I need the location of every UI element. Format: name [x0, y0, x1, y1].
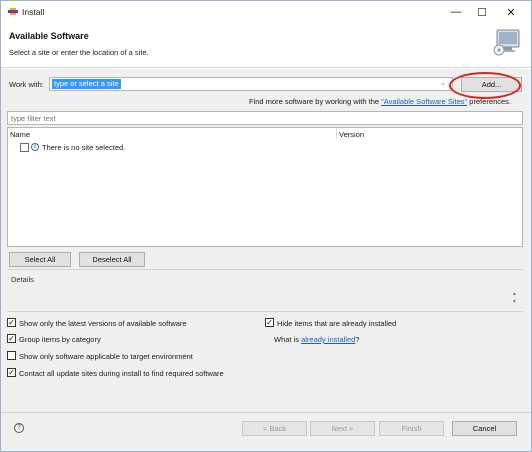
work-with-label: Work with: [9, 80, 44, 89]
page-title: Available Software [9, 31, 89, 41]
tree-item-message: There is no site selected. [42, 143, 126, 152]
column-header-version[interactable]: Version [339, 130, 364, 139]
latest-versions-checkbox[interactable]: ✓ [7, 318, 16, 327]
cancel-button[interactable]: Cancel [452, 421, 517, 436]
deselect-all-button[interactable]: Deselect All [79, 252, 145, 267]
select-all-button[interactable]: Select All [9, 252, 71, 267]
available-sites-link[interactable]: "Available Software Sites" [381, 97, 467, 106]
maximize-button[interactable]: ☐ [467, 1, 497, 23]
scroll-down-icon[interactable]: ▼ [512, 299, 517, 305]
column-separator[interactable] [336, 128, 337, 139]
divider [7, 269, 523, 270]
contact-sites-label: Contact all update sites during install … [19, 369, 224, 378]
what-is-installed-text: What is already installed? [274, 335, 360, 344]
add-site-button[interactable]: Add... [461, 77, 522, 92]
already-installed-link[interactable]: already installed [301, 335, 355, 344]
details-label: Details [11, 275, 34, 284]
finish-button[interactable]: Finish [379, 421, 444, 436]
hide-installed-checkbox[interactable]: ✓ [265, 318, 274, 327]
scroll-up-icon[interactable]: ▲ [512, 291, 517, 297]
page-subtitle: Select a site or enter the location of a… [9, 48, 149, 57]
contact-sites-checkbox[interactable]: ✓ [7, 368, 16, 377]
next-button[interactable]: Next > [310, 421, 375, 436]
install-wizard-icon [493, 29, 520, 56]
divider [7, 311, 523, 312]
group-by-category-label: Group items by category [19, 335, 101, 344]
latest-versions-label: Show only the latest versions of availab… [19, 319, 187, 328]
find-more-text: Find more software by working with the "… [249, 97, 511, 106]
help-icon[interactable]: ? [14, 423, 24, 433]
hide-installed-label: Hide items that are already installed [277, 319, 397, 328]
target-environment-label: Show only software applicable to target … [19, 352, 193, 361]
close-button[interactable]: ✕ [496, 1, 526, 23]
back-button[interactable]: < Back [242, 421, 307, 436]
work-with-combo-text[interactable]: type or select a site [52, 79, 121, 89]
minimize-icon: — [450, 6, 462, 18]
tree-item-checkbox[interactable] [20, 143, 29, 152]
filter-input[interactable] [7, 111, 523, 125]
eclipse-app-icon [8, 8, 18, 15]
close-icon: ✕ [506, 6, 516, 19]
info-icon: i [31, 143, 39, 151]
group-by-category-checkbox[interactable]: ✓ [7, 334, 16, 343]
target-environment-checkbox[interactable] [7, 351, 16, 360]
chevron-down-icon[interactable]: ⌄ [440, 79, 446, 87]
maximize-icon: ☐ [477, 6, 487, 19]
window-title: Install [22, 7, 45, 17]
column-header-name[interactable]: Name [10, 130, 30, 139]
